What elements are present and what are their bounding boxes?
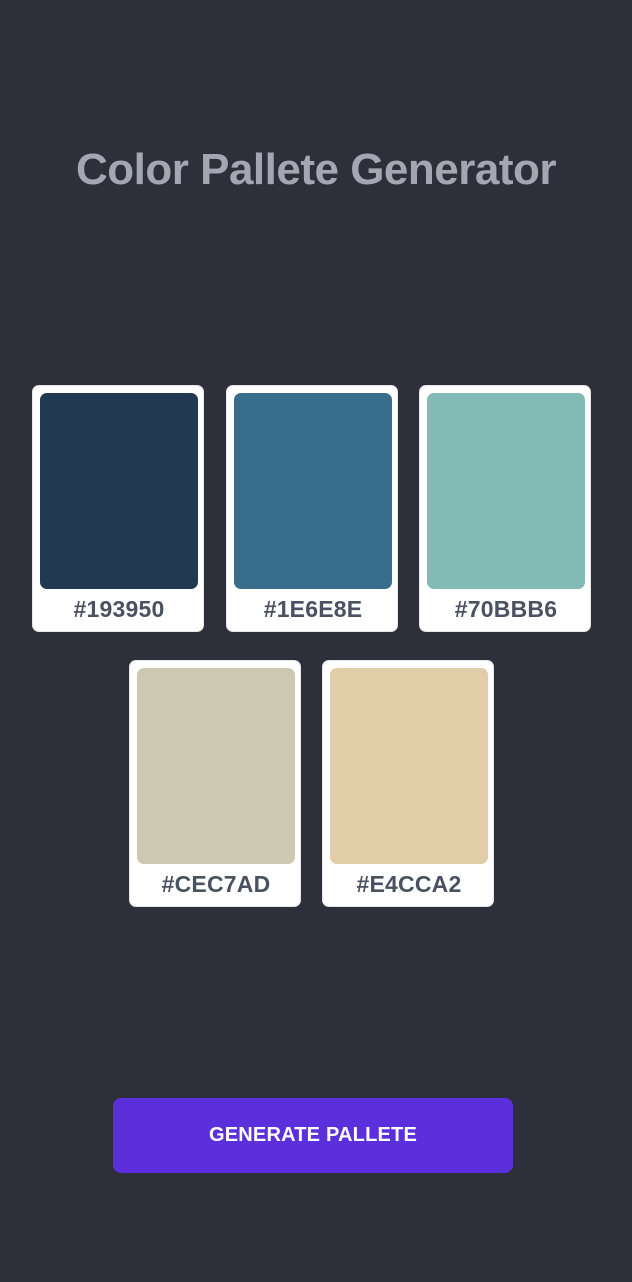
color-hex-label: #1E6E8E [263,596,363,622]
color-swatch [137,668,295,864]
color-swatch [234,393,392,589]
color-card[interactable]: #E4CCA2 [322,660,494,907]
color-card[interactable]: #70BBB6 [419,385,591,632]
color-swatch [330,668,488,864]
color-swatch [427,393,585,589]
color-card[interactable]: #1E6E8E [226,385,398,632]
color-hex-label: #E4CCA2 [356,871,462,897]
color-swatch [40,393,198,589]
color-hex-label: #193950 [73,596,165,622]
color-card[interactable]: #193950 [32,385,204,632]
page-title: Color Pallete Generator [76,145,556,194]
color-hex-label: #70BBB6 [454,596,558,622]
generate-pallete-button[interactable]: GENERATE PALLETE [113,1098,513,1173]
color-card[interactable]: #CEC7AD [129,660,301,907]
color-hex-label: #CEC7AD [161,871,271,897]
